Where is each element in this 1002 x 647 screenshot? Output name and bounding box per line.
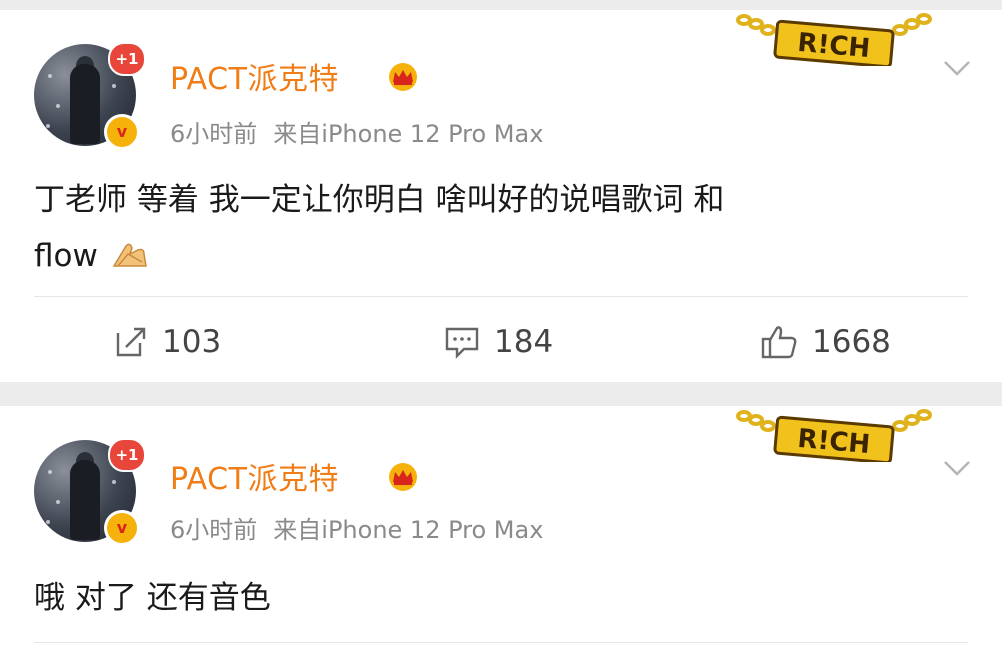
- post-content: 丁老师 等着 我一定让你明白 啥叫好的说唱歌词 和 flow: [34, 172, 964, 284]
- username[interactable]: PACT派克特: [170, 454, 339, 498]
- post-meta: 6小时前 来自iPhone 12 Pro Max: [170, 114, 543, 149]
- plus-one-badge: +1: [108, 42, 146, 76]
- comment-count: 184: [494, 324, 554, 360]
- post-text-line: 哦 对了 还有音色: [34, 580, 271, 616]
- weibo-post: +1 v PACT派克特 6小时前 来自iPhone 12 Pro Max R!C…: [0, 406, 1002, 647]
- crown-icon: [389, 463, 417, 491]
- post-text-line-2: flow: [34, 228, 964, 284]
- divider: [34, 296, 968, 297]
- verified-badge: v: [104, 510, 140, 546]
- comment-icon: [445, 327, 479, 359]
- verified-badge: v: [104, 114, 140, 150]
- post-time: 6小时前: [170, 516, 258, 544]
- repost-icon: [116, 327, 146, 357]
- pray-hands-icon: [112, 243, 147, 267]
- rich-chain-badge: R!CH: [736, 13, 932, 66]
- crown-icon: [389, 63, 417, 91]
- repost-count: 103: [162, 324, 222, 360]
- rich-text: R!CH: [796, 28, 871, 64]
- post-text: flow: [34, 238, 98, 274]
- rich-text: R!CH: [796, 424, 871, 460]
- rich-chain-badge: R!CH: [736, 409, 932, 462]
- repost-button[interactable]: 103: [114, 322, 221, 362]
- chevron-down-icon[interactable]: [942, 458, 972, 478]
- like-count: 1668: [812, 324, 891, 360]
- thumbs-up-icon: [761, 326, 797, 359]
- post-time: 6小时前: [170, 120, 258, 148]
- chevron-down-icon[interactable]: [942, 58, 972, 78]
- like-button[interactable]: 1668: [760, 322, 891, 362]
- divider: [34, 642, 968, 643]
- post-source[interactable]: 来自iPhone 12 Pro Max: [273, 516, 543, 544]
- weibo-post: +1 v PACT派克特 6小时前 来自iPhone 12 Pro Max R!C…: [0, 10, 1002, 382]
- username[interactable]: PACT派克特: [170, 54, 339, 98]
- plus-one-badge: +1: [108, 438, 146, 472]
- post-meta: 6小时前 来自iPhone 12 Pro Max: [170, 510, 543, 545]
- post-content: 哦 对了 还有音色: [34, 570, 964, 626]
- post-source[interactable]: 来自iPhone 12 Pro Max: [273, 120, 543, 148]
- comment-button[interactable]: 184: [444, 322, 553, 362]
- post-text-line: 丁老师 等着 我一定让你明白 啥叫好的说唱歌词 和: [34, 182, 725, 218]
